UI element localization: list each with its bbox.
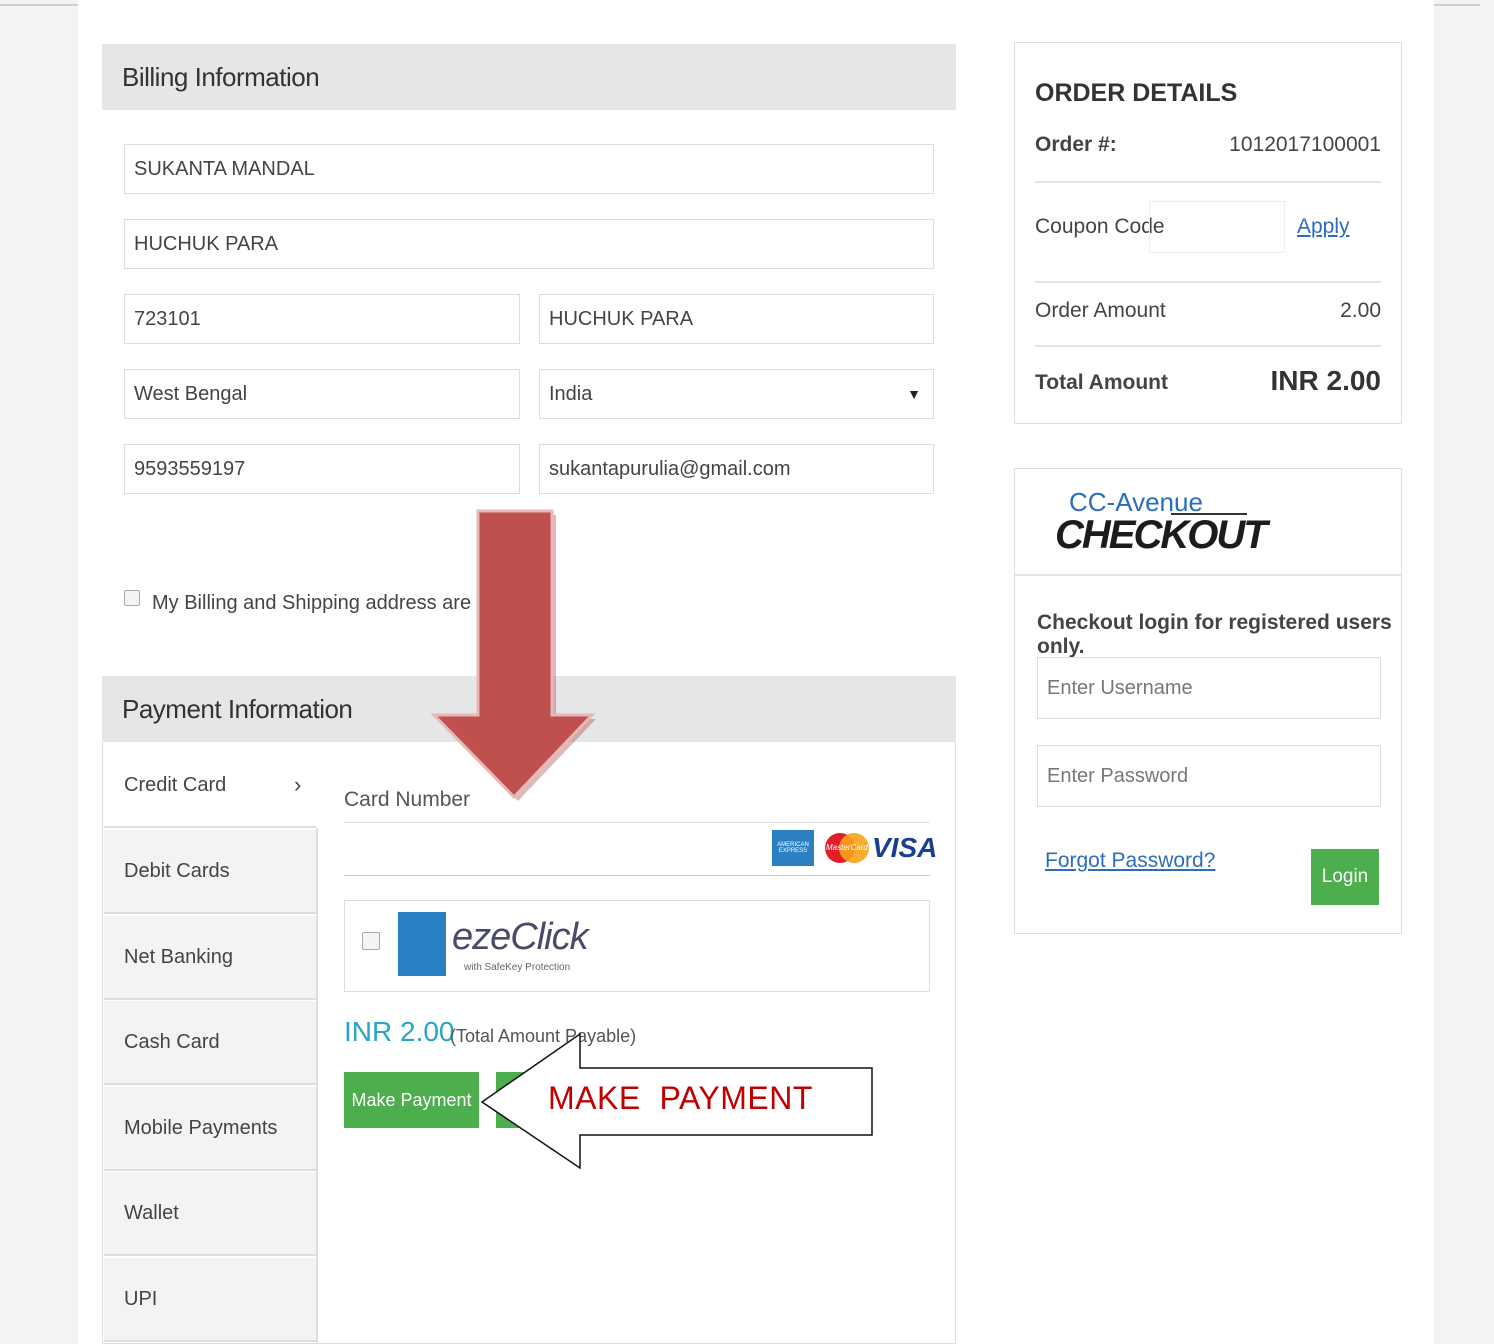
divider [1035,181,1381,183]
order-details-title: ORDER DETAILS [1035,79,1238,107]
password-input[interactable]: Enter Password [1037,745,1381,807]
divider [1035,281,1381,283]
tab-label: Cash Card [124,1030,220,1053]
chevron-right-icon: › [294,772,302,797]
email-field[interactable]: sukantapurulia@gmail.com [539,444,934,494]
total-amount-value: INR 2.00 [1270,365,1382,396]
password-placeholder: Enter Password [1047,764,1189,787]
tabs-divider [316,828,318,1344]
amex-card-icon [398,912,446,976]
tab-debit-cards[interactable]: Debit Cards [104,830,316,914]
order-details-panel: ORDER DETAILS Order #: 1012017100001 Cou… [1014,42,1402,424]
login-button[interactable]: Login [1311,849,1379,905]
checkout-login-panel: CC-Avenue CHECKOUT Checkout login for re… [1014,468,1402,934]
city-field[interactable]: HUCHUK PARA [539,294,934,344]
shipping-checkbox[interactable] [124,590,140,606]
tab-label: Net Banking [124,945,233,968]
billing-title: Billing Information [122,61,320,92]
country-value: India [549,382,593,405]
down-arrow-annotation [430,509,596,801]
address-field[interactable]: HUCHUK PARA [124,219,934,269]
forgot-password-link[interactable]: Forgot Password? [1045,849,1215,873]
mastercard-text: MasterCard [826,843,868,852]
name-field[interactable]: SUKANTA MANDAL [124,144,934,194]
order-amount-value: 2.00 [1340,299,1381,322]
make-payment-label: Make Payment [351,1089,472,1110]
email-value: sukantapurulia@gmail.com [549,457,791,480]
username-input[interactable]: Enter Username [1037,657,1381,719]
tab-credit-card[interactable]: Credit Card › [104,744,316,828]
amex-text: AMERICAN EXPRESS [777,842,809,854]
make-payment-button[interactable]: Make Payment [344,1072,479,1128]
checkout-logo: CHECKOUT [1055,513,1268,557]
zip-value: 723101 [134,307,201,330]
zip-field[interactable]: 723101 [124,294,520,344]
tab-label: Credit Card [124,773,227,796]
dropdown-arrow-icon: ▼ [907,386,921,402]
state-value: West Bengal [134,382,248,405]
tab-mobile-payments[interactable]: Mobile Payments [104,1087,316,1171]
coupon-input[interactable] [1149,201,1285,253]
city-value: HUCHUK PARA [549,307,694,330]
mastercard-icon: MasterCard [824,831,870,865]
divider [1015,574,1401,576]
phone-field[interactable]: 9593559197 [124,444,520,494]
address-value: HUCHUK PARA [134,232,279,255]
username-placeholder: Enter Username [1047,676,1193,699]
state-field[interactable]: West Bengal [124,369,520,419]
ezeclick-checkbox[interactable] [362,932,380,950]
ezeclick-subtext: with SafeKey Protection [464,962,571,973]
tab-label: UPI [124,1287,158,1310]
divider [1035,345,1381,347]
tab-wallet[interactable]: Wallet [104,1172,316,1256]
tab-net-banking[interactable]: Net Banking [104,916,316,1000]
tab-label: Debit Cards [124,859,230,882]
billing-section-header: Billing Information [102,44,956,110]
order-number-value: 1012017100001 [1229,133,1381,156]
login-label: Login [1321,866,1369,887]
name-value: SUKANTA MANDAL [134,157,315,180]
payable-amount: INR 2.00 [344,1016,455,1047]
tab-label: Wallet [124,1201,179,1224]
amex-icon: AMERICAN EXPRESS [772,830,814,866]
tab-label: Mobile Payments [124,1116,278,1139]
visa-icon: VISA [872,832,938,863]
apply-link[interactable]: Apply [1297,215,1350,239]
phone-value: 9593559197 [134,457,246,480]
country-select[interactable]: India ▼ [539,369,934,419]
ezeclick-logo: ezeClick [452,916,589,958]
payment-title: Payment Information [122,693,353,724]
checkout-note: Checkout login for registered users only… [1037,611,1392,658]
tab-cash-card[interactable]: Cash Card [104,1001,316,1085]
tab-upi[interactable]: UPI [104,1258,316,1342]
make-payment-callout: MAKE PAYMENT [548,1080,813,1116]
